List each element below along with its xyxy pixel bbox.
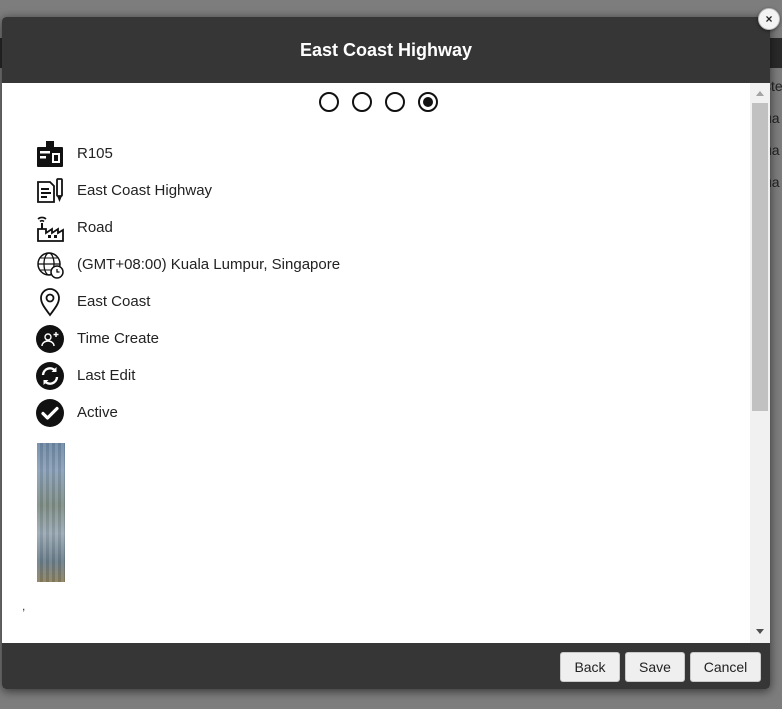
detail-name-text: East Coast Highway — [77, 182, 213, 199]
check-circle-icon — [35, 398, 65, 428]
separator-text: , — [22, 599, 26, 613]
vertical-scrollbar[interactable] — [750, 83, 770, 643]
globe-clock-icon — [35, 250, 65, 280]
save-button[interactable]: Save — [625, 652, 685, 682]
dialog-title: East Coast Highway — [299, 39, 473, 60]
scroll-up-arrow-icon[interactable] — [756, 91, 764, 96]
scrollbar-thumb[interactable] — [752, 103, 768, 411]
user-add-icon — [35, 324, 65, 354]
detail-code-text: R105 — [77, 145, 113, 162]
footer-buttons: Back Save Cancel — [560, 652, 761, 682]
factory-signal-icon — [35, 213, 65, 243]
detail-row-type: Road — [35, 209, 340, 246]
back-button[interactable]: Back — [560, 652, 620, 682]
dialog-header: East Coast Highway — [2, 17, 770, 83]
step-2-radio[interactable] — [352, 92, 372, 112]
detail-row-last-edit: Last Edit — [35, 357, 340, 394]
scroll-down-arrow-icon[interactable] — [756, 629, 764, 634]
background-text: ua — [770, 110, 780, 126]
detail-time-create-text: Time Create — [77, 330, 159, 347]
step-indicator — [319, 92, 438, 112]
detail-type-text: Road — [77, 219, 113, 236]
background-text: ste — [770, 78, 782, 94]
detail-row-region: East Coast — [35, 283, 340, 320]
document-pen-icon — [35, 176, 65, 206]
step-3-radio[interactable] — [385, 92, 405, 112]
close-icon: × — [765, 12, 773, 26]
detail-row-status: Active — [35, 394, 340, 431]
dialog-footer: Back Save Cancel — [2, 643, 770, 689]
background-text: ua — [770, 174, 780, 190]
step-1-radio[interactable] — [319, 92, 339, 112]
detail-last-edit-text: Last Edit — [77, 367, 136, 384]
detail-region-text: East Coast — [77, 293, 151, 310]
dialog-body: R105 East Coast Highway Road (GMT+08:00)… — [2, 83, 770, 643]
close-dialog-button[interactable]: × — [758, 8, 780, 30]
background-text: ua — [770, 142, 780, 158]
background-header-strip — [768, 38, 782, 68]
detail-timezone-text: (GMT+08:00) Kuala Lumpur, Singapore — [77, 256, 341, 273]
detail-row-timezone: (GMT+08:00) Kuala Lumpur, Singapore — [35, 246, 340, 283]
map-pin-icon — [35, 287, 65, 317]
photo-thumbnail — [37, 443, 65, 582]
detail-dialog: East Coast Highway R105 East Coast Highw… — [2, 17, 770, 689]
detail-list: R105 East Coast Highway Road (GMT+08:00)… — [35, 135, 340, 431]
detail-row-name: East Coast Highway — [35, 172, 340, 209]
cancel-button[interactable]: Cancel — [690, 652, 761, 682]
detail-row-code: R105 — [35, 135, 340, 172]
detail-row-time-create: Time Create — [35, 320, 340, 357]
detail-status-text: Active — [77, 404, 118, 421]
refresh-icon — [35, 361, 65, 391]
separator-text: , — [22, 636, 26, 643]
id-badge-icon — [35, 139, 65, 169]
step-4-radio[interactable] — [418, 92, 438, 112]
